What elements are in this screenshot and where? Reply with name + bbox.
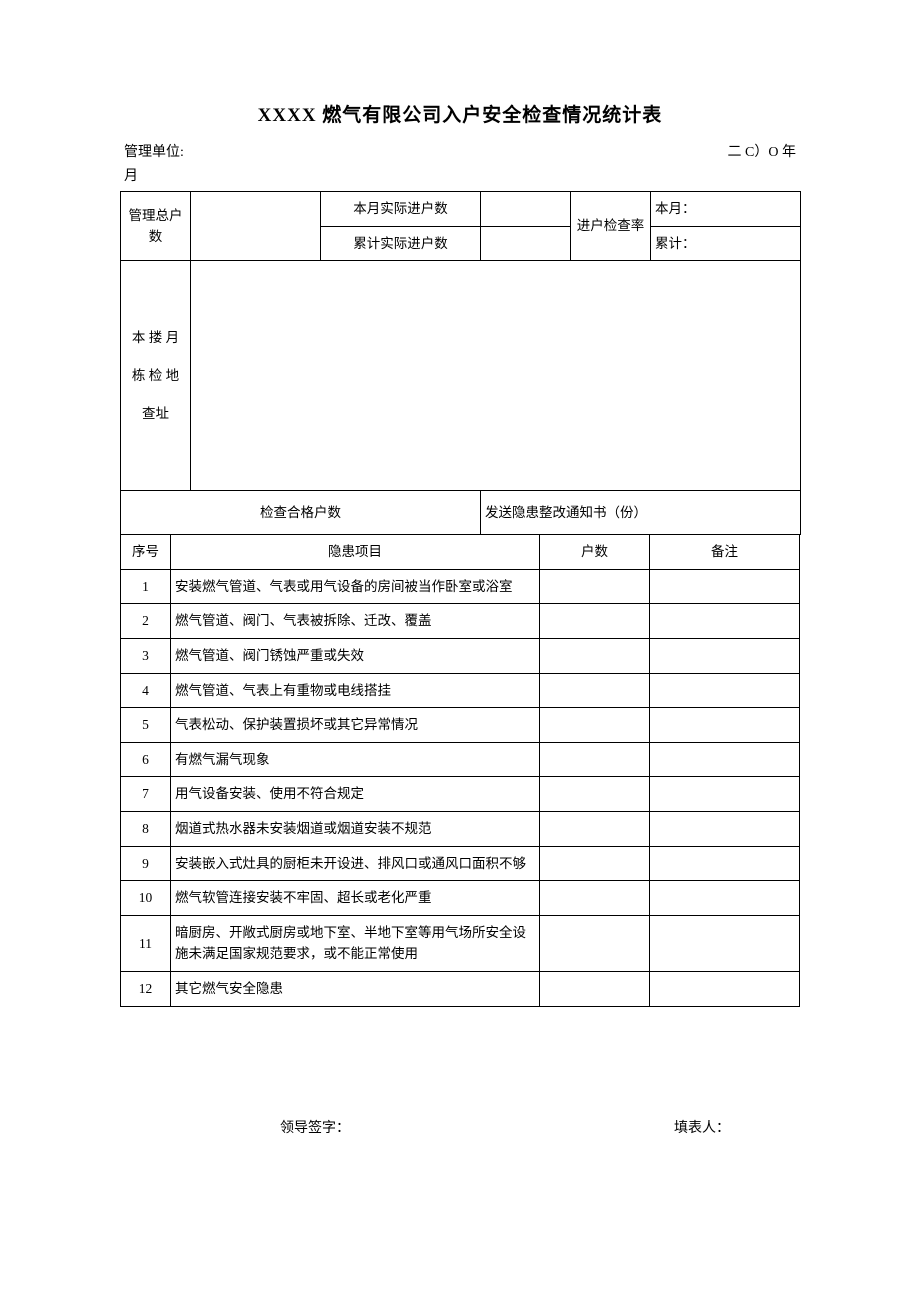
row-no: 4 bbox=[121, 673, 171, 708]
block-addr-a: 本 搂 月 bbox=[132, 325, 179, 351]
row-remark bbox=[650, 971, 800, 1006]
row-remark bbox=[650, 915, 800, 971]
row-count bbox=[540, 881, 650, 916]
row-count bbox=[540, 604, 650, 639]
table-row: 1安装燃气管道、气表或用气设备的房间被当作卧室或浴室 bbox=[121, 569, 800, 604]
table-row: 2燃气管道、阀门、气表被拆除、迁改、覆盖 bbox=[121, 604, 800, 639]
qualified-label: 检查合格户数 bbox=[121, 491, 481, 535]
hazard-table: 序号 隐患项目 户数 备注 1安装燃气管道、气表或用气设备的房间被当作卧室或浴室… bbox=[120, 534, 800, 1006]
block-addr-c: 查址 bbox=[142, 401, 169, 427]
row-item: 安装燃气管道、气表或用气设备的房间被当作卧室或浴室 bbox=[171, 569, 540, 604]
row-item: 燃气软管连接安装不牢固、超长或老化严重 bbox=[171, 881, 540, 916]
row-no: 7 bbox=[121, 777, 171, 812]
notice-label: 发送隐患整改通知书（份） bbox=[481, 491, 801, 535]
unit-label: 管理单位: bbox=[124, 141, 184, 161]
row-no: 5 bbox=[121, 708, 171, 743]
this-month-actual-value bbox=[481, 192, 571, 227]
block-check-addr-label: 本 搂 月 栋 检 地 查址 bbox=[121, 261, 191, 491]
row-remark bbox=[650, 708, 800, 743]
row-item: 燃气管道、阀门锈蚀严重或失效 bbox=[171, 638, 540, 673]
col-hazard: 隐患项目 bbox=[171, 535, 540, 570]
rate-cumu: 累计： bbox=[651, 226, 801, 261]
row-count bbox=[540, 569, 650, 604]
row-no: 10 bbox=[121, 881, 171, 916]
row-remark bbox=[650, 881, 800, 916]
row-remark bbox=[650, 846, 800, 881]
row-no: 11 bbox=[121, 915, 171, 971]
block-addr-b: 栋 检 地 bbox=[132, 363, 179, 389]
row-item: 燃气管道、阀门、气表被拆除、迁改、覆盖 bbox=[171, 604, 540, 639]
row-count bbox=[540, 742, 650, 777]
month-label: 月 bbox=[120, 165, 800, 191]
table-row: 4燃气管道、气表上有重物或电线搭挂 bbox=[121, 673, 800, 708]
cumu-actual-label: 累计实际进户数 bbox=[321, 226, 481, 261]
row-item: 燃气管道、气表上有重物或电线搭挂 bbox=[171, 673, 540, 708]
hazard-header: 序号 隐患项目 户数 备注 bbox=[121, 535, 800, 570]
row-item: 烟道式热水器未安装烟道或烟道安装不规范 bbox=[171, 811, 540, 846]
row-remark bbox=[650, 604, 800, 639]
row-count bbox=[540, 915, 650, 971]
cumu-actual-value bbox=[481, 226, 571, 261]
col-count: 户数 bbox=[540, 535, 650, 570]
table-row: 10燃气软管连接安装不牢固、超长或老化严重 bbox=[121, 881, 800, 916]
leader-sign-label: 领导签字： bbox=[280, 1117, 350, 1137]
row-remark bbox=[650, 742, 800, 777]
row-count bbox=[540, 971, 650, 1006]
row-remark bbox=[650, 569, 800, 604]
row-count bbox=[540, 708, 650, 743]
table-row: 5气表松动、保护装置损坏或其它异常情况 bbox=[121, 708, 800, 743]
row-no: 1 bbox=[121, 569, 171, 604]
row-no: 2 bbox=[121, 604, 171, 639]
table-row: 6有燃气漏气现象 bbox=[121, 742, 800, 777]
row-item: 安装嵌入式灶具的厨柜未开设进、排风口或通风口面积不够 bbox=[171, 846, 540, 881]
row-count bbox=[540, 777, 650, 812]
mgmt-total-label: 管理总户数 bbox=[121, 192, 191, 261]
table-row: 11暗厨房、开敞式厨房或地下室、半地下室等用气场所安全设施未满足国家规范要求，或… bbox=[121, 915, 800, 971]
row-count bbox=[540, 811, 650, 846]
row-count bbox=[540, 673, 650, 708]
row-item: 其它燃气安全隐患 bbox=[171, 971, 540, 1006]
table-row: 12其它燃气安全隐患 bbox=[121, 971, 800, 1006]
row-no: 3 bbox=[121, 638, 171, 673]
this-month-actual-label: 本月实际进户数 bbox=[321, 192, 481, 227]
row-count bbox=[540, 638, 650, 673]
year-label: 二 C）O 年 bbox=[728, 141, 796, 161]
row-remark bbox=[650, 777, 800, 812]
rate-this-month: 本月： bbox=[651, 192, 801, 227]
entry-rate-label: 进户检查率 bbox=[571, 192, 651, 261]
filler-label: 填表人： bbox=[674, 1117, 730, 1137]
block-check-addr-value bbox=[191, 261, 801, 491]
col-seq: 序号 bbox=[121, 535, 171, 570]
main-table: 管理总户数 本月实际进户数 进户检查率 本月： 累计实际进户数 累计： 本 搂 … bbox=[120, 191, 801, 535]
mgmt-total-value bbox=[191, 192, 321, 261]
row-remark bbox=[650, 638, 800, 673]
table-row: 8烟道式热水器未安装烟道或烟道安装不规范 bbox=[121, 811, 800, 846]
table-row: 3燃气管道、阀门锈蚀严重或失效 bbox=[121, 638, 800, 673]
row-no: 12 bbox=[121, 971, 171, 1006]
row-no: 6 bbox=[121, 742, 171, 777]
row-remark bbox=[650, 811, 800, 846]
table-row: 7用气设备安装、使用不符合规定 bbox=[121, 777, 800, 812]
row-no: 8 bbox=[121, 811, 171, 846]
footer: 领导签字： 填表人： bbox=[120, 1117, 800, 1137]
col-remark: 备注 bbox=[650, 535, 800, 570]
row-item: 气表松动、保护装置损坏或其它异常情况 bbox=[171, 708, 540, 743]
row-item: 用气设备安装、使用不符合规定 bbox=[171, 777, 540, 812]
meta-row: 管理单位: 二 C）O 年 bbox=[120, 141, 800, 161]
row-item: 暗厨房、开敞式厨房或地下室、半地下室等用气场所安全设施未满足国家规范要求，或不能… bbox=[171, 915, 540, 971]
row-count bbox=[540, 846, 650, 881]
page-title: XXXX 燃气有限公司入户安全检查情况统计表 bbox=[120, 100, 800, 127]
row-item: 有燃气漏气现象 bbox=[171, 742, 540, 777]
row-no: 9 bbox=[121, 846, 171, 881]
table-row: 9安装嵌入式灶具的厨柜未开设进、排风口或通风口面积不够 bbox=[121, 846, 800, 881]
row-remark bbox=[650, 673, 800, 708]
